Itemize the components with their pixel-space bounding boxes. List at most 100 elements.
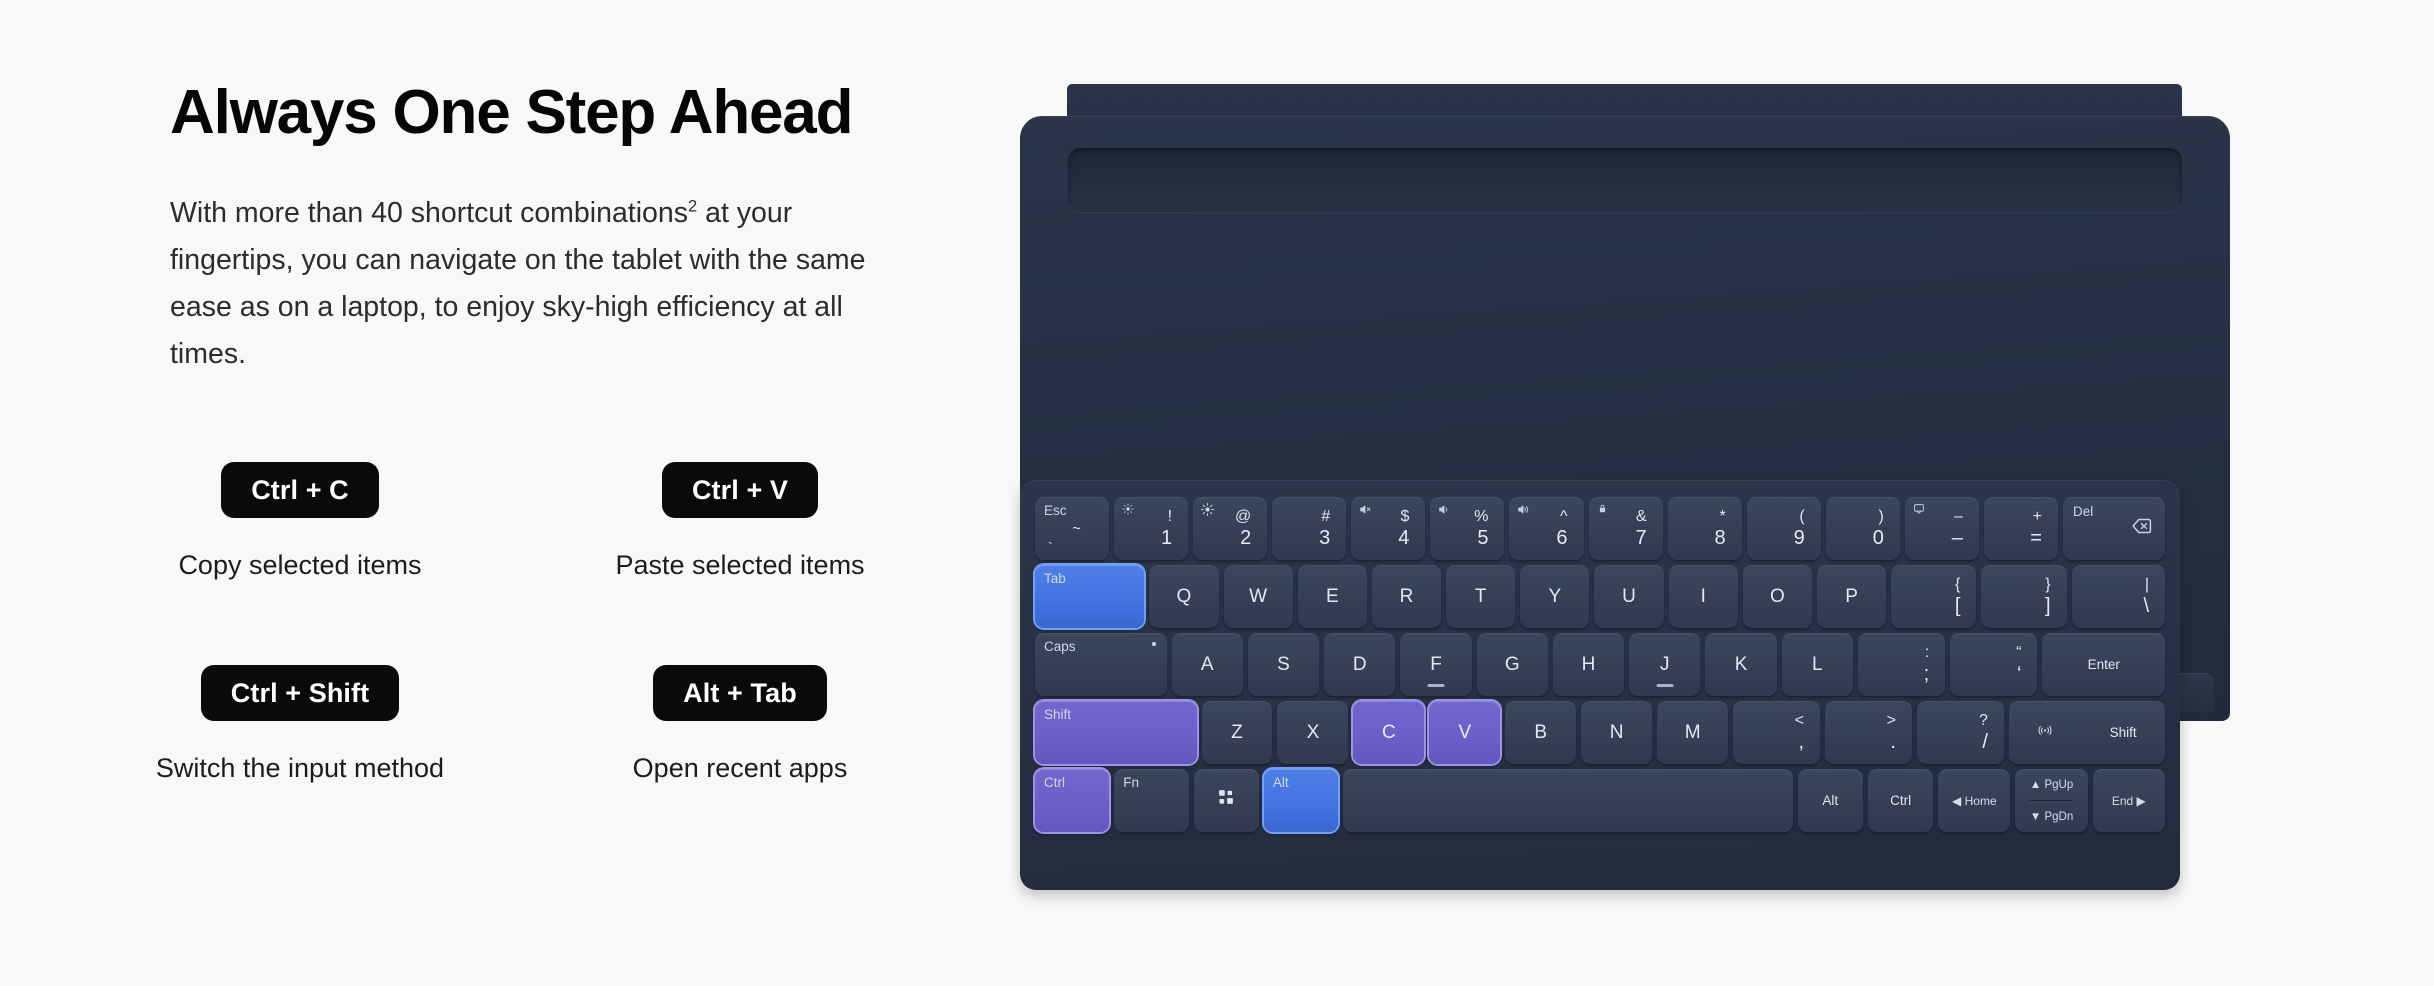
key-legend-upper: $: [1400, 508, 1410, 525]
key-o[interactable]: O: [1742, 565, 1812, 628]
key-label: E: [1325, 586, 1339, 607]
key-5[interactable]: % 5: [1430, 497, 1505, 560]
shortcut-item-copy: Ctrl + C Copy selected items: [80, 462, 520, 581]
key-shift-left[interactable]: Shift: [1035, 701, 1197, 764]
key-r[interactable]: R: [1371, 565, 1442, 628]
key-q[interactable]: Q: [1149, 565, 1219, 628]
key-d[interactable]: D: [1324, 633, 1396, 696]
shortcut-list: Ctrl + C Copy selected items Ctrl + V Pa…: [80, 462, 960, 784]
key-l[interactable]: L: [1781, 633, 1853, 696]
key-comma[interactable]: <,: [1733, 701, 1821, 764]
key-tab[interactable]: Tab: [1035, 565, 1145, 628]
shortcut-chip-ctrl-v[interactable]: Ctrl + V: [661, 462, 819, 518]
key-a[interactable]: A: [1171, 633, 1243, 696]
key-n[interactable]: N: [1581, 701, 1653, 764]
key-f[interactable]: F: [1400, 633, 1472, 696]
key-label: Tab: [1044, 571, 1066, 586]
key-j[interactable]: J: [1629, 633, 1701, 696]
key-s[interactable]: S: [1247, 633, 1320, 696]
key-legend-lower: ;: [1923, 663, 1930, 685]
key-fn[interactable]: Fn: [1114, 769, 1189, 832]
key-z[interactable]: Z: [1201, 701, 1273, 764]
key-1[interactable]: ! 1: [1114, 497, 1189, 560]
key-apps[interactable]: [1193, 769, 1259, 832]
key-label: Alt: [1272, 775, 1289, 790]
key-ctrl-left[interactable]: Ctrl: [1035, 769, 1110, 832]
key-bracket-right[interactable]: }]: [1981, 565, 2067, 628]
key-v[interactable]: V: [1429, 701, 1501, 764]
key-u[interactable]: U: [1594, 565, 1664, 628]
key-3[interactable]: #3: [1272, 497, 1347, 560]
key-t[interactable]: T: [1446, 565, 1516, 628]
key-legend-upper: {: [1955, 576, 1961, 593]
key-label: ◀ Home: [1952, 793, 1997, 808]
key-spacebar[interactable]: [1343, 769, 1793, 832]
footnote-marker: 2: [688, 196, 698, 216]
shortcut-chip-ctrl-shift[interactable]: Ctrl + Shift: [200, 665, 400, 721]
key-half-pgup[interactable]: ▲ PgUp: [2029, 769, 2074, 801]
key-label: L: [1812, 654, 1823, 675]
key-7[interactable]: & 7: [1588, 497, 1663, 560]
key-row-zxcv: Shift Z X C V B N M <, >.? / Shift: [1035, 701, 2165, 764]
key-home[interactable]: ◀ Home: [1938, 769, 2011, 832]
key-enter[interactable]: Enter: [2042, 633, 2166, 696]
key-ctrl-right[interactable]: Ctrl: [1867, 769, 1934, 832]
key-2[interactable]: @2: [1193, 497, 1268, 560]
key-i[interactable]: I: [1668, 565, 1738, 628]
key-shift-right[interactable]: Shift: [2008, 701, 2165, 764]
key-equal[interactable]: + =: [1983, 497, 2058, 560]
key-pg[interactable]: ▲ PgUp ▼ PgDn: [2015, 769, 2088, 832]
key-caps[interactable]: Caps: [1035, 633, 1167, 696]
key-legend-lower: ‘: [2017, 663, 2022, 685]
key-legend-upper: –: [1954, 508, 1963, 525]
key-esc[interactable]: Esc ~ `: [1035, 497, 1110, 560]
key-label: D: [1352, 654, 1367, 675]
key-quote[interactable]: “‘: [1950, 633, 2038, 696]
key-alt-right[interactable]: Alt: [1797, 769, 1863, 832]
key-label: G: [1504, 654, 1520, 675]
screenshot-icon: [1913, 503, 1925, 515]
key-label: U: [1622, 586, 1636, 607]
key-0[interactable]: ) 0: [1825, 497, 1900, 560]
key-c[interactable]: C: [1353, 701, 1425, 764]
key-6[interactable]: ^ 6: [1509, 497, 1584, 560]
key-alt-left[interactable]: Alt: [1263, 769, 1339, 832]
key-label: V: [1458, 722, 1472, 743]
lock-icon: [1597, 503, 1608, 514]
key-label: F: [1430, 654, 1442, 675]
key-bracket-left[interactable]: {[: [1891, 565, 1977, 628]
key-9[interactable]: (9: [1746, 497, 1821, 560]
key-half-pgdn[interactable]: ▼ PgDn: [2030, 801, 2073, 832]
shortcut-chip-ctrl-c[interactable]: Ctrl + C: [221, 462, 379, 518]
key-x[interactable]: X: [1277, 701, 1349, 764]
key-8[interactable]: * 8: [1667, 497, 1742, 560]
key-h[interactable]: H: [1552, 633, 1625, 696]
key-backspace[interactable]: Del: [2062, 497, 2165, 560]
key-p[interactable]: P: [1817, 565, 1887, 628]
key-end[interactable]: End ▶: [2092, 769, 2165, 832]
shortcut-row-1: Ctrl + C Copy selected items Ctrl + V Pa…: [80, 462, 960, 581]
key-minus[interactable]: – –: [1904, 497, 1979, 560]
key-legend-lower: 7: [1635, 527, 1647, 549]
key-label: R: [1399, 586, 1414, 607]
key-backslash[interactable]: | \: [2071, 565, 2166, 628]
key-e[interactable]: E: [1297, 565, 1367, 628]
key-legend-upper: #: [1321, 508, 1331, 525]
key-label: N: [1609, 722, 1624, 743]
key-b[interactable]: B: [1505, 701, 1577, 764]
shortcut-chip-alt-tab[interactable]: Alt + Tab: [653, 665, 827, 721]
key-legend-upper: &: [1635, 508, 1647, 525]
key-period[interactable]: >.: [1825, 701, 1912, 764]
key-w[interactable]: W: [1223, 565, 1293, 628]
key-g[interactable]: G: [1476, 633, 1548, 696]
key-legend-upper: :: [1924, 644, 1930, 661]
key-y[interactable]: Y: [1520, 565, 1590, 628]
key-m[interactable]: M: [1657, 701, 1729, 764]
key-semicolon[interactable]: :;: [1857, 633, 1946, 696]
key-slash[interactable]: ? /: [1916, 701, 2004, 764]
key-4[interactable]: $4: [1351, 497, 1426, 560]
wireless-icon: [2037, 722, 2053, 744]
brightness-up-icon: [1201, 503, 1215, 516]
key-k[interactable]: K: [1705, 633, 1777, 696]
key-legend-upper: }: [2045, 576, 2051, 593]
